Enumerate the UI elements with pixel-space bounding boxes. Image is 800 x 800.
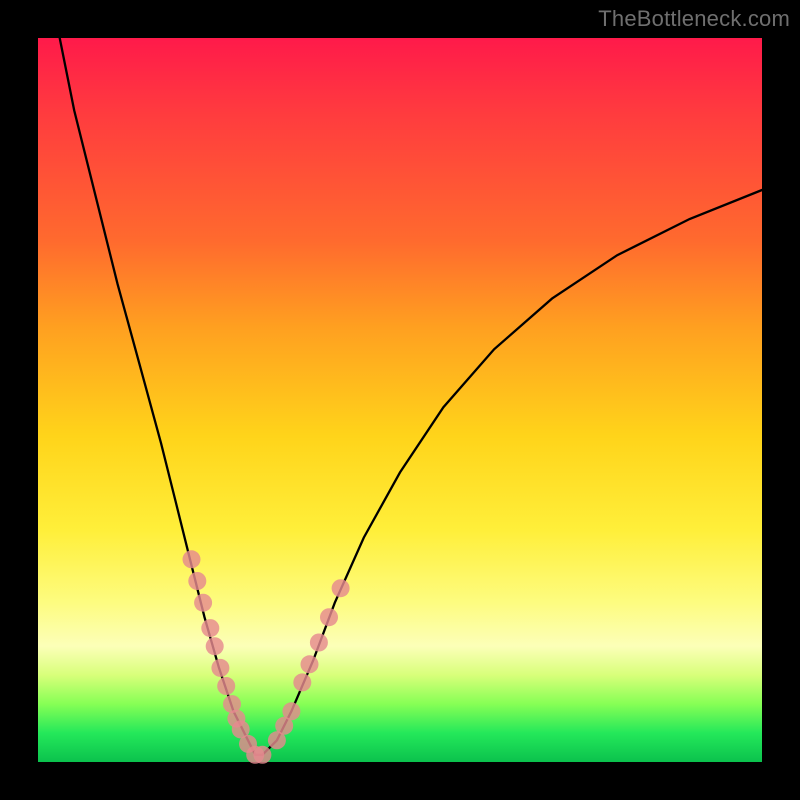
- data-point: [211, 659, 229, 677]
- chart-frame: TheBottleneck.com: [0, 0, 800, 800]
- data-point: [188, 572, 206, 590]
- data-point: [320, 608, 338, 626]
- data-point: [301, 655, 319, 673]
- data-point: [282, 702, 300, 720]
- plot-area: [38, 38, 762, 762]
- data-point: [201, 619, 219, 637]
- chart-svg: [38, 38, 762, 762]
- data-point: [253, 746, 271, 764]
- bottleneck-curve: [60, 38, 762, 755]
- marker-dots: [183, 550, 350, 764]
- data-point: [217, 677, 235, 695]
- data-point: [194, 594, 212, 612]
- watermark-text: TheBottleneck.com: [598, 6, 790, 32]
- data-point: [332, 579, 350, 597]
- data-point: [206, 637, 224, 655]
- data-point: [183, 550, 201, 568]
- data-point: [310, 634, 328, 652]
- data-point: [293, 673, 311, 691]
